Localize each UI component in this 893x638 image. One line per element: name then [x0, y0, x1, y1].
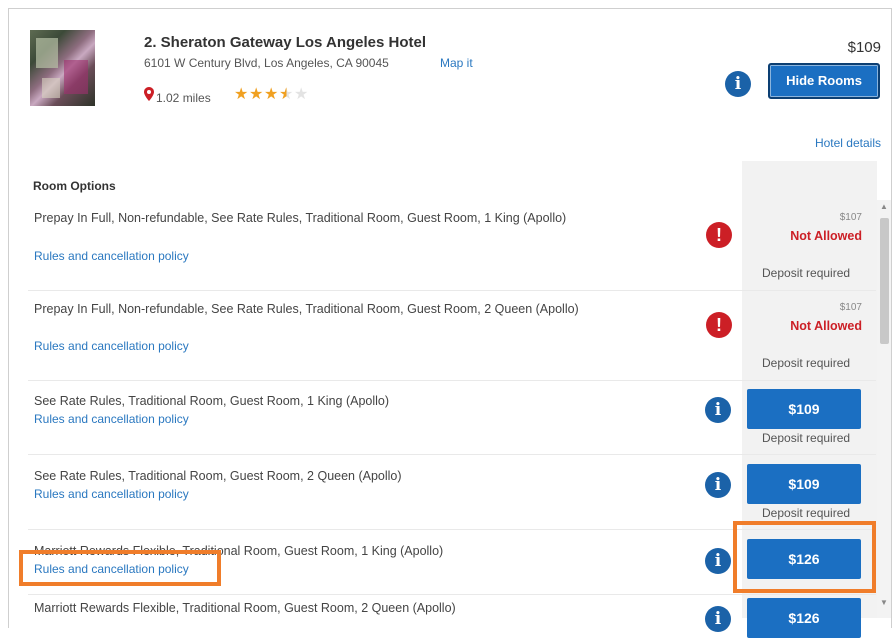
room-description: See Rate Rules, Traditional Room, Guest … [34, 394, 390, 408]
not-allowed-alert-icon[interactable]: ! [706, 222, 732, 248]
room-description: Marriott Rewards Flexible, Traditional R… [34, 601, 456, 615]
room-info-icon[interactable]: i [705, 606, 731, 632]
room-info-icon[interactable]: i [705, 548, 731, 574]
deposit-required-note: Deposit required [762, 356, 851, 370]
hotel-details-link[interactable]: Hotel details [815, 136, 881, 150]
map-it-link[interactable]: Map it [440, 56, 473, 70]
star-icon: ★ [234, 86, 249, 103]
deposit-required-note: Deposit required [762, 266, 851, 280]
select-room-price-button[interactable]: $109 [747, 464, 861, 504]
room-info-icon[interactable]: i [705, 472, 731, 498]
hide-rooms-button[interactable]: Hide Rooms [768, 63, 880, 99]
select-room-price-button[interactable]: $109 [747, 389, 861, 429]
hotel-name[interactable]: 2. Sheraton Gateway Los Angeles Hotel [144, 34, 426, 51]
room-description: See Rate Rules, Traditional Room, Guest … [34, 469, 402, 483]
location-pin-icon [144, 87, 154, 101]
deposit-required-note: Deposit required [762, 506, 851, 520]
scrollbar-thumb[interactable] [880, 218, 889, 344]
room-options-heading: Room Options [33, 179, 116, 193]
star-icon: ★ [249, 86, 264, 103]
room-small-price: $107 [839, 212, 862, 223]
not-allowed-status: Not Allowed [790, 229, 862, 243]
not-allowed-alert-icon[interactable]: ! [706, 312, 732, 338]
star-icon: ★ [264, 86, 279, 103]
room-divider [28, 594, 876, 595]
hotel-price: $109 [847, 39, 881, 56]
star-rating: ★★★★★ [234, 84, 309, 104]
room-list-scrollbar[interactable]: ▲ ▼ [877, 200, 891, 618]
select-room-price-button[interactable]: $126 [747, 598, 861, 638]
room-description: Prepay In Full, Non-refundable, See Rate… [34, 302, 579, 316]
price-button-highlight [733, 521, 876, 593]
room-divider [28, 380, 876, 381]
hotel-thumbnail[interactable] [30, 30, 95, 106]
deposit-required-note: Deposit required [762, 431, 851, 445]
scroll-down-arrow-icon[interactable]: ▼ [880, 598, 888, 607]
room-info-icon[interactable]: i [705, 397, 731, 423]
rules-cancellation-link[interactable]: Rules and cancellation policy [34, 249, 189, 263]
not-allowed-status: Not Allowed [790, 319, 862, 333]
rules-cancellation-link[interactable]: Rules and cancellation policy [34, 487, 189, 501]
rules-link-highlight [19, 550, 221, 586]
room-divider [28, 454, 876, 455]
room-small-price: $107 [839, 302, 862, 313]
rules-cancellation-link[interactable]: Rules and cancellation policy [34, 412, 189, 426]
room-divider [28, 290, 876, 291]
room-description: Prepay In Full, Non-refundable, See Rate… [34, 211, 567, 225]
hotel-address: 6101 W Century Blvd, Los Angeles, CA 900… [144, 56, 389, 70]
empty-star-icon: ★ [294, 86, 309, 103]
half-star-icon: ★ [279, 86, 294, 103]
rules-cancellation-link[interactable]: Rules and cancellation policy [34, 339, 189, 353]
scroll-up-arrow-icon[interactable]: ▲ [880, 202, 888, 211]
hotel-distance: 1.02 miles [156, 91, 211, 105]
hotel-info-icon[interactable]: i [725, 71, 751, 97]
